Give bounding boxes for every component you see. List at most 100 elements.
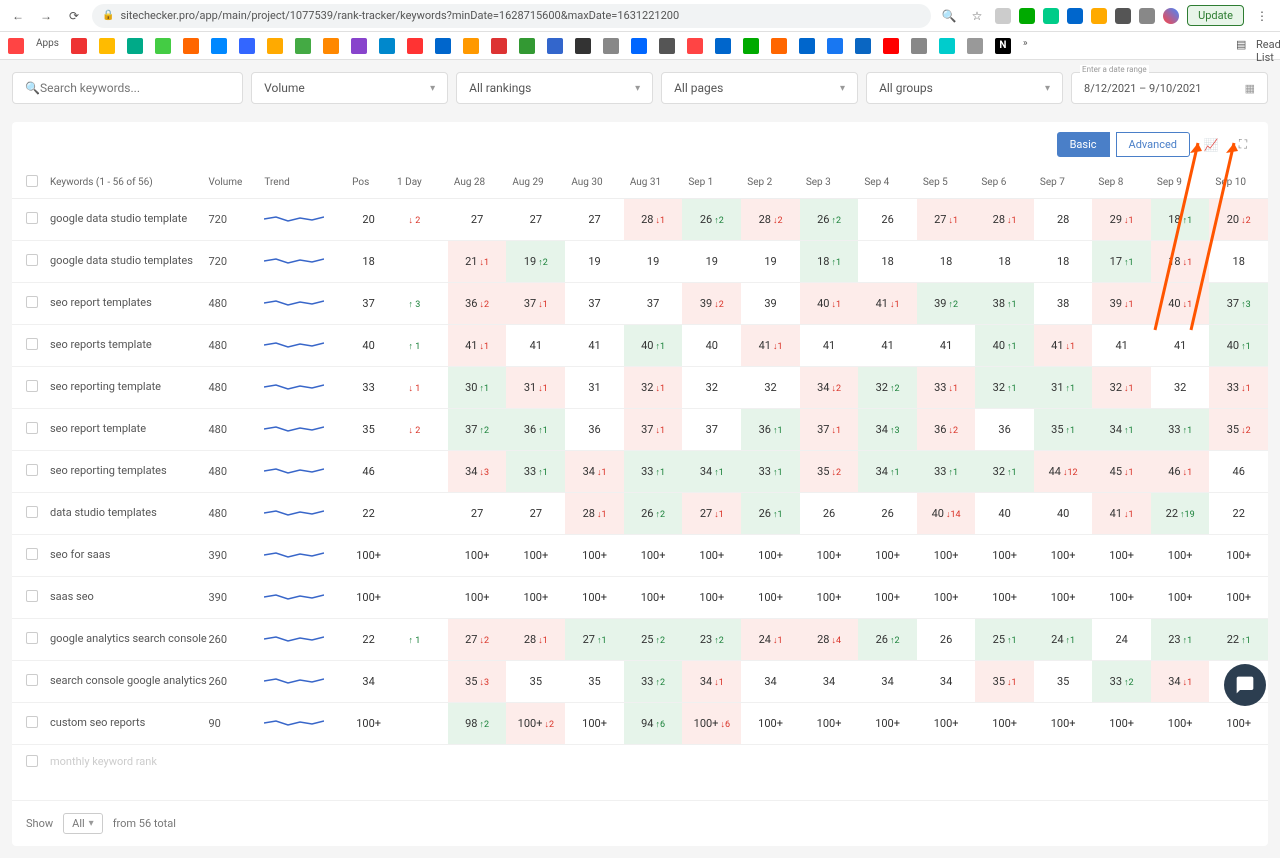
- col-date[interactable]: Sep 9: [1151, 167, 1210, 199]
- bookmark-icon[interactable]: [575, 38, 591, 54]
- bookmark-icon[interactable]: [379, 38, 395, 54]
- keyword-cell[interactable]: seo reporting template: [44, 367, 202, 409]
- bookmark-icon[interactable]: [351, 38, 367, 54]
- keyword-cell[interactable]: seo report template: [44, 409, 202, 451]
- row-checkbox[interactable]: [26, 422, 38, 434]
- search-icon[interactable]: 🔍: [939, 6, 959, 26]
- bookmark-icon[interactable]: [855, 38, 871, 54]
- volume-filter[interactable]: Volume▾: [251, 72, 448, 104]
- chat-widget[interactable]: [1224, 664, 1266, 706]
- col-date[interactable]: Aug 30: [565, 167, 624, 199]
- keyword-cell[interactable]: data studio templates: [44, 493, 202, 535]
- bookmark-icon[interactable]: [519, 38, 535, 54]
- keyword-cell[interactable]: seo reports template: [44, 325, 202, 367]
- col-keywords[interactable]: Keywords (1 - 56 of 56): [44, 167, 202, 199]
- keyword-cell[interactable]: google data studio templates: [44, 241, 202, 283]
- bookmark-icon[interactable]: [967, 38, 983, 54]
- row-checkbox[interactable]: [26, 590, 38, 602]
- col-date[interactable]: Sep 8: [1092, 167, 1151, 199]
- groups-filter[interactable]: All groups▾: [866, 72, 1063, 104]
- avatar[interactable]: [1163, 8, 1179, 24]
- bookmark-icon[interactable]: [603, 38, 619, 54]
- bookmark-icon[interactable]: [687, 38, 703, 54]
- col-date[interactable]: Sep 6: [975, 167, 1034, 199]
- col-date[interactable]: Sep 5: [917, 167, 976, 199]
- bookmark-icon[interactable]: [71, 38, 87, 54]
- bookmark-icon[interactable]: [715, 38, 731, 54]
- row-checkbox[interactable]: [26, 464, 38, 476]
- bookmark-icon[interactable]: [491, 38, 507, 54]
- keyword-cell[interactable]: google data studio template: [44, 199, 202, 241]
- date-range-picker[interactable]: Enter a date range 8/12/2021 – 9/10/2021…: [1071, 72, 1268, 104]
- row-checkbox[interactable]: [26, 212, 38, 224]
- col-date[interactable]: Sep 4: [858, 167, 917, 199]
- col-volume[interactable]: Volume: [202, 167, 258, 199]
- address-bar[interactable]: 🔒 sitechecker.pro/app/main/project/10775…: [92, 4, 931, 28]
- bookmark-icon[interactable]: [435, 38, 451, 54]
- bookmark-icon[interactable]: [99, 38, 115, 54]
- row-checkbox[interactable]: [26, 380, 38, 392]
- chart-icon[interactable]: 📈: [1200, 134, 1222, 156]
- keyword-cell[interactable]: search console google analytics: [44, 661, 202, 703]
- row-checkbox[interactable]: [26, 296, 38, 308]
- col-date[interactable]: Sep 2: [741, 167, 800, 199]
- apps-icon[interactable]: [8, 38, 24, 54]
- bookmark-icon[interactable]: [743, 38, 759, 54]
- pages-filter[interactable]: All pages▾: [661, 72, 858, 104]
- update-button[interactable]: Update: [1187, 5, 1244, 26]
- row-checkbox[interactable]: [26, 632, 38, 644]
- advanced-mode-button[interactable]: Advanced: [1116, 132, 1190, 157]
- bookmark-icon[interactable]: [267, 38, 283, 54]
- bookmark-icon[interactable]: [127, 38, 143, 54]
- col-trend[interactable]: Trend: [258, 167, 346, 199]
- bookmark-icon[interactable]: [799, 38, 815, 54]
- bookmark-icon[interactable]: [211, 38, 227, 54]
- ext-icon[interactable]: [995, 8, 1011, 24]
- bookmark-icon[interactable]: [183, 38, 199, 54]
- select-all-checkbox[interactable]: [26, 175, 38, 187]
- row-checkbox[interactable]: [26, 506, 38, 518]
- keyword-cell[interactable]: google analytics search console: [44, 619, 202, 661]
- bookmark-icon[interactable]: [771, 38, 787, 54]
- keyword-cell[interactable]: seo report templates: [44, 283, 202, 325]
- keyword-cell[interactable]: saas seo: [44, 577, 202, 619]
- reading-list[interactable]: ▤ Reading List: [1236, 38, 1272, 54]
- bookmark-icon[interactable]: [547, 38, 563, 54]
- ext-icon[interactable]: [1139, 8, 1155, 24]
- ext-icon[interactable]: [1019, 8, 1035, 24]
- col-date[interactable]: Sep 7: [1034, 167, 1093, 199]
- rankings-filter[interactable]: All rankings▾: [456, 72, 653, 104]
- ext-icon[interactable]: [1091, 8, 1107, 24]
- bookmark-icon[interactable]: [295, 38, 311, 54]
- keyword-cell[interactable]: seo for saas: [44, 535, 202, 577]
- row-checkbox[interactable]: [26, 716, 38, 728]
- forward-button[interactable]: →: [36, 6, 56, 26]
- menu-icon[interactable]: ⋮: [1252, 6, 1272, 26]
- bookmark-icon[interactable]: [883, 38, 899, 54]
- star-icon[interactable]: ☆: [967, 6, 987, 26]
- bookmark-icon[interactable]: [463, 38, 479, 54]
- bookmark-icon[interactable]: [155, 38, 171, 54]
- search-keywords[interactable]: 🔍: [12, 72, 243, 104]
- ext-icon[interactable]: [1067, 8, 1083, 24]
- col-date[interactable]: Sep 3: [800, 167, 859, 199]
- col-date[interactable]: Aug 28: [448, 167, 507, 199]
- col-1day[interactable]: 1 Day: [391, 167, 436, 199]
- bookmark-icon[interactable]: [239, 38, 255, 54]
- overflow-icon[interactable]: »: [1023, 38, 1028, 54]
- bookmark-icon[interactable]: [323, 38, 339, 54]
- row-checkbox[interactable]: [26, 674, 38, 686]
- ext-icon[interactable]: [1043, 8, 1059, 24]
- bookmark-icon[interactable]: [407, 38, 423, 54]
- row-checkbox[interactable]: [26, 254, 38, 266]
- keyword-cell[interactable]: seo reporting templates: [44, 451, 202, 493]
- row-checkbox[interactable]: [26, 548, 38, 560]
- reload-button[interactable]: ⟳: [64, 6, 84, 26]
- page-size-select[interactable]: All ▾: [63, 813, 103, 834]
- col-pos[interactable]: Pos: [346, 167, 391, 199]
- bookmark-icon[interactable]: [631, 38, 647, 54]
- row-checkbox[interactable]: [26, 338, 38, 350]
- back-button[interactable]: ←: [8, 6, 28, 26]
- bookmark-icon[interactable]: [911, 38, 927, 54]
- col-date[interactable]: Aug 29: [506, 167, 565, 199]
